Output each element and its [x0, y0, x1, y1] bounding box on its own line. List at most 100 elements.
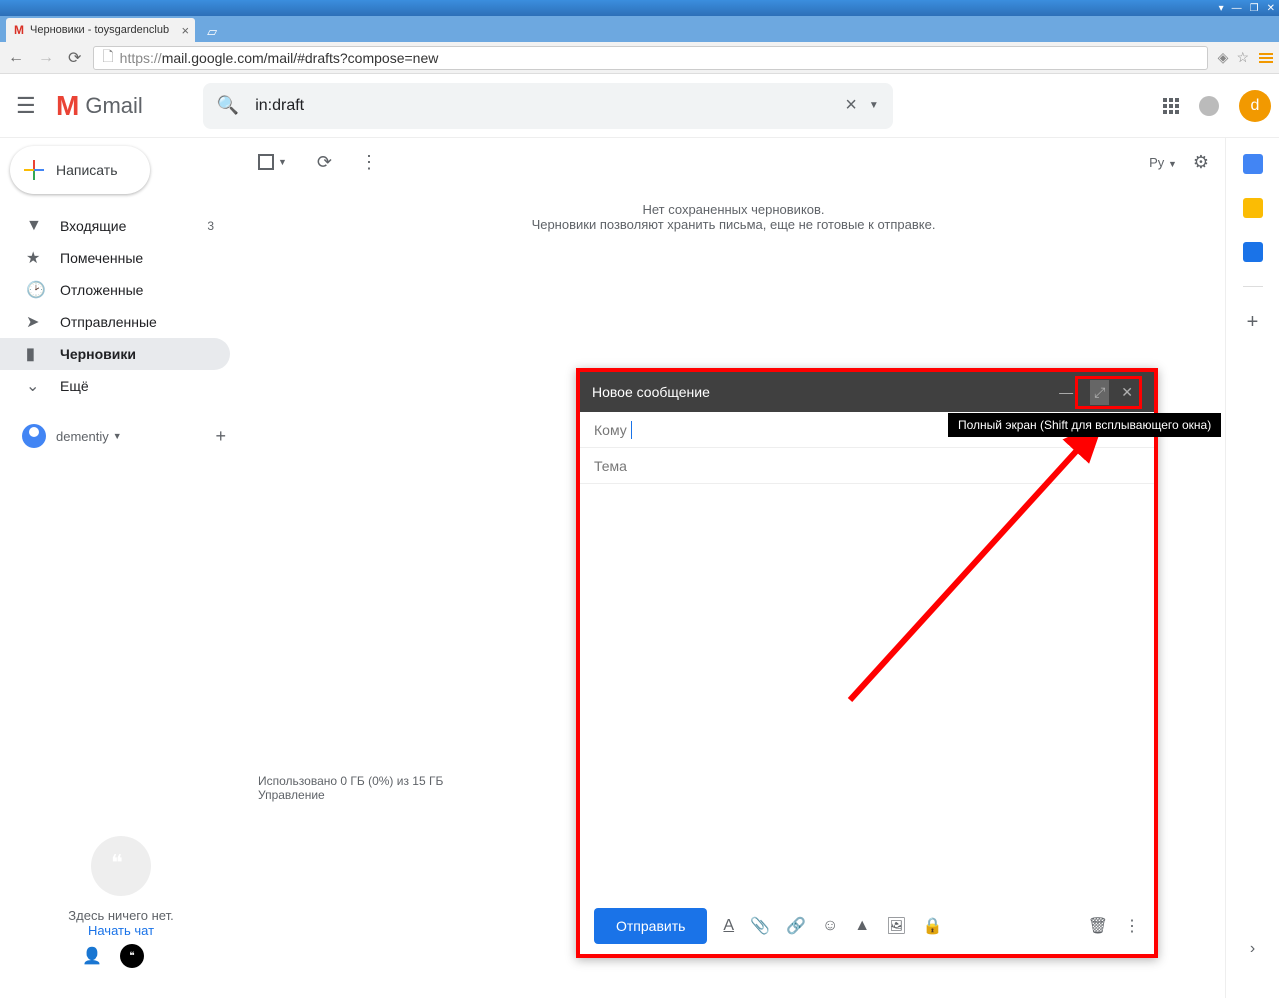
sidebar-label: Отправленные	[60, 314, 157, 330]
window-close-icon[interactable]: ✕	[1267, 3, 1275, 14]
formatting-icon[interactable]: A	[723, 917, 734, 935]
collapse-panel-icon[interactable]: ›	[1250, 940, 1255, 958]
link-icon[interactable]: 🔗	[786, 916, 806, 936]
chat-bubble-icon	[91, 836, 151, 896]
notifications-icon[interactable]	[1199, 96, 1219, 116]
drafts-icon: ▮	[26, 344, 60, 364]
refresh-button[interactable]: ⟳	[317, 152, 332, 173]
back-button[interactable]: ←	[6, 49, 26, 67]
window-maximize-icon[interactable]: ❐	[1250, 3, 1259, 14]
inbox-count: 3	[207, 219, 214, 233]
gmail-header: ☰ M Gmail 🔍 × ▼ d	[0, 74, 1279, 138]
tasks-icon[interactable]	[1243, 242, 1263, 262]
compose-button[interactable]: Написать	[10, 146, 150, 194]
drive-icon[interactable]: ▲	[854, 917, 870, 935]
fullscreen-tooltip: Полный экран (Shift для всплывающего окн…	[948, 413, 1221, 437]
more-options-icon[interactable]: ⋮	[1124, 916, 1140, 936]
add-contact-icon[interactable]: +	[215, 426, 226, 447]
sidebar-label: Помеченные	[60, 250, 143, 266]
side-panel: + ›	[1225, 138, 1279, 998]
settings-icon[interactable]: ⚙	[1193, 152, 1209, 173]
compose-subject-field[interactable]: Тема	[580, 448, 1154, 484]
gmail-favicon-icon: M	[14, 23, 24, 37]
inbox-icon: ▼	[26, 217, 60, 235]
google-apps-icon[interactable]	[1163, 98, 1179, 114]
sidebar-label: Отложенные	[60, 282, 143, 298]
input-language-button[interactable]: Ру ▼	[1149, 155, 1177, 170]
sidebar-label: Ещё	[60, 378, 89, 394]
new-tab-button[interactable]: ▱	[201, 22, 223, 42]
compose-titlebar[interactable]: Новое сообщение — ⤢ ✕	[580, 372, 1154, 412]
more-actions-icon[interactable]: ⋮	[360, 152, 378, 173]
clock-icon: 🕑	[26, 280, 60, 300]
search-input[interactable]	[255, 97, 833, 115]
page-info-icon[interactable]: 🗋	[102, 46, 113, 70]
hangouts-empty-text: Здесь ничего нет.	[0, 908, 242, 923]
search-box[interactable]: 🔍 × ▼	[203, 83, 893, 129]
compose-body[interactable]	[580, 484, 1154, 900]
browser-tab-bar: M Черновики - toysgardenclub × ▱	[0, 16, 1279, 42]
reload-button[interactable]: ⟳	[66, 48, 83, 68]
tab-title: Черновики - toysgardenclub	[30, 24, 169, 36]
chevron-down-icon: ⌄	[26, 376, 60, 396]
compose-title: Новое сообщение	[592, 384, 1049, 400]
calendar-icon[interactable]	[1243, 154, 1263, 174]
os-window-controls: ▾ — ❐ ✕	[0, 0, 1279, 16]
compose-toolbar: Отправить A 📎 🔗 ☺ ▲ 🖼 🔒 🗑 ⋮	[580, 900, 1154, 952]
search-options-icon[interactable]: ▼	[869, 100, 879, 111]
photo-icon[interactable]: 🖼	[886, 916, 906, 936]
sidebar: Написать ▼ Входящие 3 ★ Помеченные 🕑 Отл…	[0, 138, 242, 998]
address-bar[interactable]: 🗋 https://mail.google.com/mail/#drafts?c…	[93, 46, 1207, 70]
text-cursor	[631, 421, 632, 439]
window-dropdown-icon[interactable]: ▾	[1219, 3, 1224, 14]
hangouts-user[interactable]: dementiy ▼ +	[0, 414, 242, 458]
account-avatar[interactable]: d	[1239, 90, 1271, 122]
user-name: dementiy	[56, 429, 109, 444]
star-icon: ★	[26, 248, 60, 268]
sidebar-item-more[interactable]: ⌄ Ещё	[0, 370, 230, 402]
keep-icon[interactable]	[1243, 198, 1263, 218]
minimize-compose-icon[interactable]: —	[1057, 382, 1075, 402]
hangouts-tab-icon[interactable]: ❝	[120, 944, 144, 968]
close-compose-icon[interactable]: ✕	[1117, 382, 1135, 403]
browser-tab[interactable]: M Черновики - toysgardenclub ×	[6, 18, 195, 42]
sidebar-item-inbox[interactable]: ▼ Входящие 3	[0, 210, 230, 242]
sidebar-label: Черновики	[60, 346, 136, 362]
sidebar-item-sent[interactable]: ➤ Отправленные	[0, 306, 230, 338]
plus-icon	[24, 160, 44, 180]
discard-icon[interactable]: 🗑	[1088, 916, 1108, 936]
main-menu-icon[interactable]: ☰	[16, 93, 40, 119]
forward-button[interactable]: →	[36, 49, 56, 67]
sidebar-label: Входящие	[60, 218, 126, 234]
select-dropdown-icon[interactable]: ▼	[278, 157, 287, 167]
user-dropdown-icon[interactable]: ▼	[113, 431, 122, 441]
send-button[interactable]: Отправить	[594, 908, 707, 944]
compose-window: Новое сообщение — ⤢ ✕ Кому Тема Отправит…	[576, 368, 1158, 958]
attach-icon[interactable]: 📎	[750, 916, 770, 936]
clear-search-icon[interactable]: ×	[845, 94, 857, 117]
window-minimize-icon[interactable]: —	[1232, 3, 1242, 14]
sent-icon: ➤	[26, 312, 60, 332]
fullscreen-compose-icon[interactable]: ⤢	[1090, 380, 1109, 405]
empty-drafts-message: Нет сохраненных черновиков. Черновики по…	[242, 186, 1225, 232]
gmail-logo-text: Gmail	[85, 93, 142, 119]
add-addon-icon[interactable]: +	[1247, 311, 1259, 334]
sidebar-item-drafts[interactable]: ▮ Черновики	[0, 338, 230, 370]
search-icon[interactable]: 🔍	[217, 95, 239, 116]
confidential-icon[interactable]: 🔒	[922, 916, 942, 936]
sidebar-item-snoozed[interactable]: 🕑 Отложенные	[0, 274, 230, 306]
contacts-tab-icon[interactable]: 👤	[80, 944, 104, 968]
emoji-icon[interactable]: ☺	[822, 917, 838, 935]
browser-menu-icon[interactable]	[1259, 53, 1273, 63]
bookmark-icon[interactable]: ☆	[1236, 49, 1249, 66]
sidebar-item-starred[interactable]: ★ Помеченные	[0, 242, 230, 274]
hangouts-empty: Здесь ничего нет. Начать чат	[0, 836, 242, 998]
start-chat-link[interactable]: Начать чат	[0, 923, 242, 938]
mail-toolbar: ▼ ⟳ ⋮ Ру ▼ ⚙	[242, 138, 1225, 186]
select-all-checkbox[interactable]	[258, 154, 274, 170]
compose-label: Написать	[56, 162, 117, 178]
hangouts-tabs: 👤 ❝	[80, 944, 144, 968]
gmail-logo[interactable]: M Gmail	[56, 90, 143, 122]
extension-icon[interactable]: ◈	[1218, 49, 1229, 66]
tab-close-icon[interactable]: ×	[182, 23, 190, 38]
